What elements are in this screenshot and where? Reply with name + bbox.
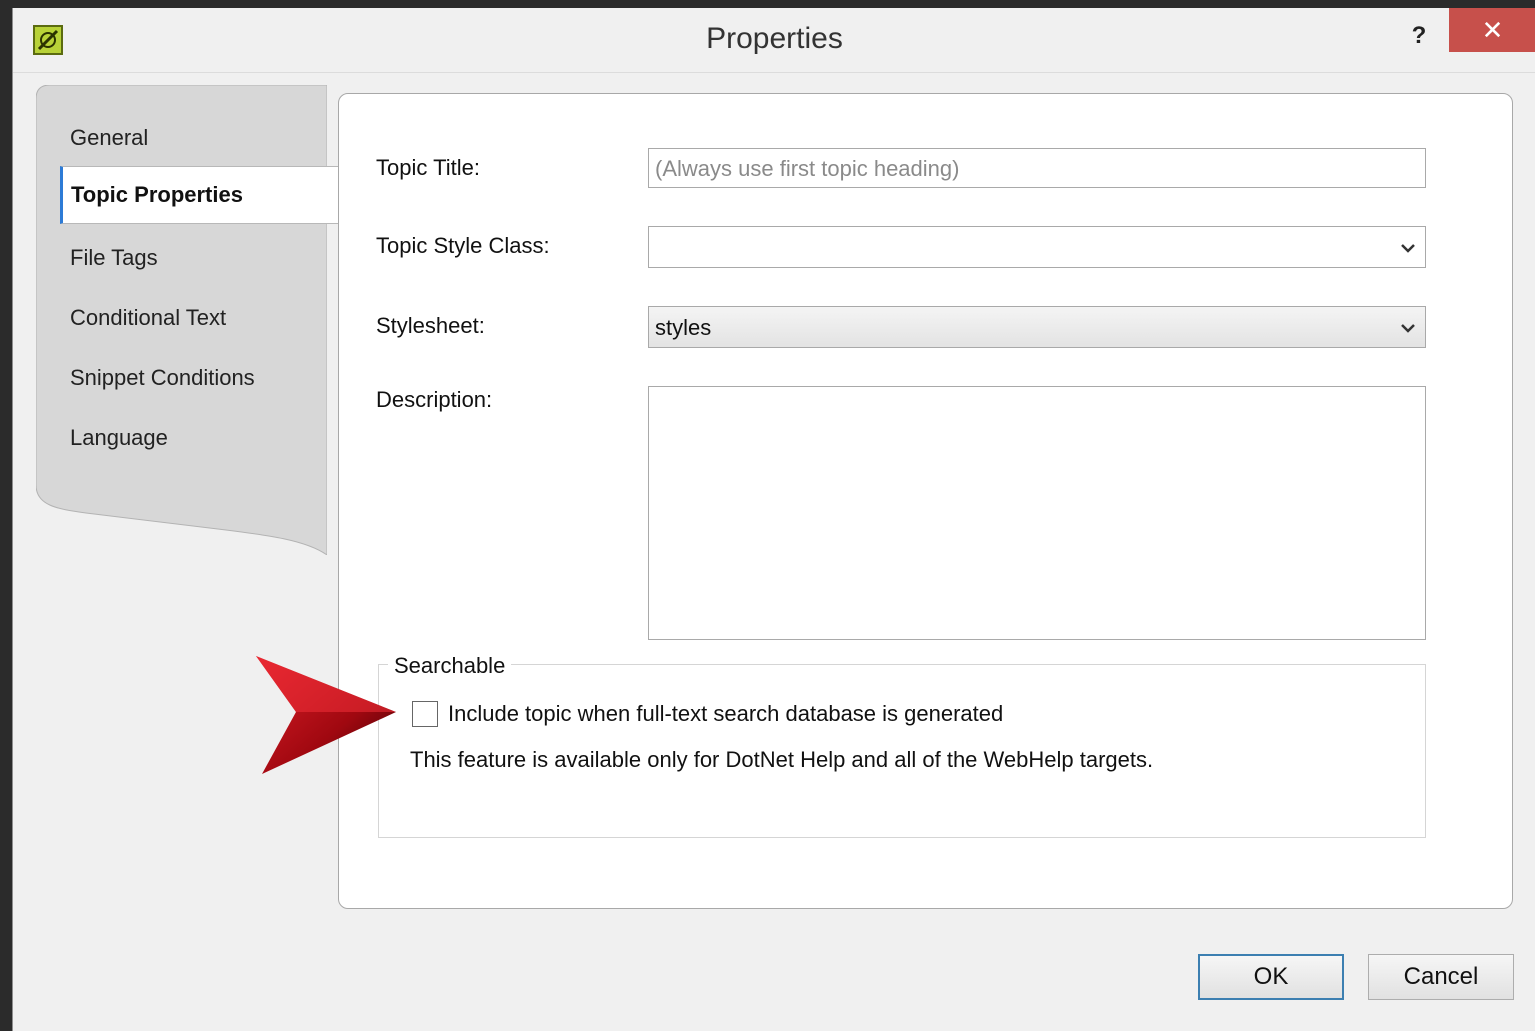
ok-button[interactable]: OK — [1198, 954, 1344, 1000]
stylesheet-label: Stylesheet: — [376, 313, 485, 338]
sidebar-item-topic-properties[interactable]: Topic Properties — [60, 166, 340, 224]
include-topic-label[interactable]: Include topic when full-text search data… — [448, 701, 1003, 727]
searchable-group-title: Searchable — [388, 653, 512, 679]
window-title: Properties — [706, 22, 843, 55]
include-topic-checkbox[interactable] — [412, 701, 438, 727]
topic-title-input[interactable]: (Always use first topic heading) — [648, 148, 1426, 188]
sidebar-item-conditional-text[interactable]: Conditional Text — [70, 305, 226, 331]
topic-style-class-label: Topic Style Class: — [376, 233, 550, 258]
sidebar-item-snippet-conditions[interactable]: Snippet Conditions — [70, 365, 255, 391]
sidebar-item-label: Topic Properties — [71, 182, 243, 207]
topic-title-placeholder: (Always use first topic heading) — [655, 156, 960, 181]
title-bar: Properties ? ✕ — [13, 8, 1535, 73]
chevron-down-icon — [1401, 324, 1415, 333]
description-label: Description: — [376, 387, 493, 412]
stylesheet-value: styles — [655, 315, 712, 340]
topic-style-class-select[interactable] — [648, 226, 1426, 268]
stylesheet-select[interactable]: styles — [648, 306, 1426, 348]
description-textarea[interactable] — [648, 386, 1426, 640]
sidebar-item-file-tags[interactable]: File Tags — [70, 245, 158, 271]
close-button[interactable]: ✕ — [1449, 8, 1535, 52]
topic-title-label: Topic Title: — [376, 155, 480, 180]
help-button[interactable]: ? — [1399, 16, 1439, 56]
chevron-down-icon — [1401, 244, 1415, 253]
sidebar-item-language[interactable]: Language — [70, 425, 168, 451]
searchable-note: This feature is available only for DotNe… — [410, 747, 1154, 772]
callout-arrow-icon — [256, 656, 396, 774]
sidebar-item-general[interactable]: General — [70, 125, 148, 151]
cancel-button[interactable]: Cancel — [1368, 954, 1514, 1000]
